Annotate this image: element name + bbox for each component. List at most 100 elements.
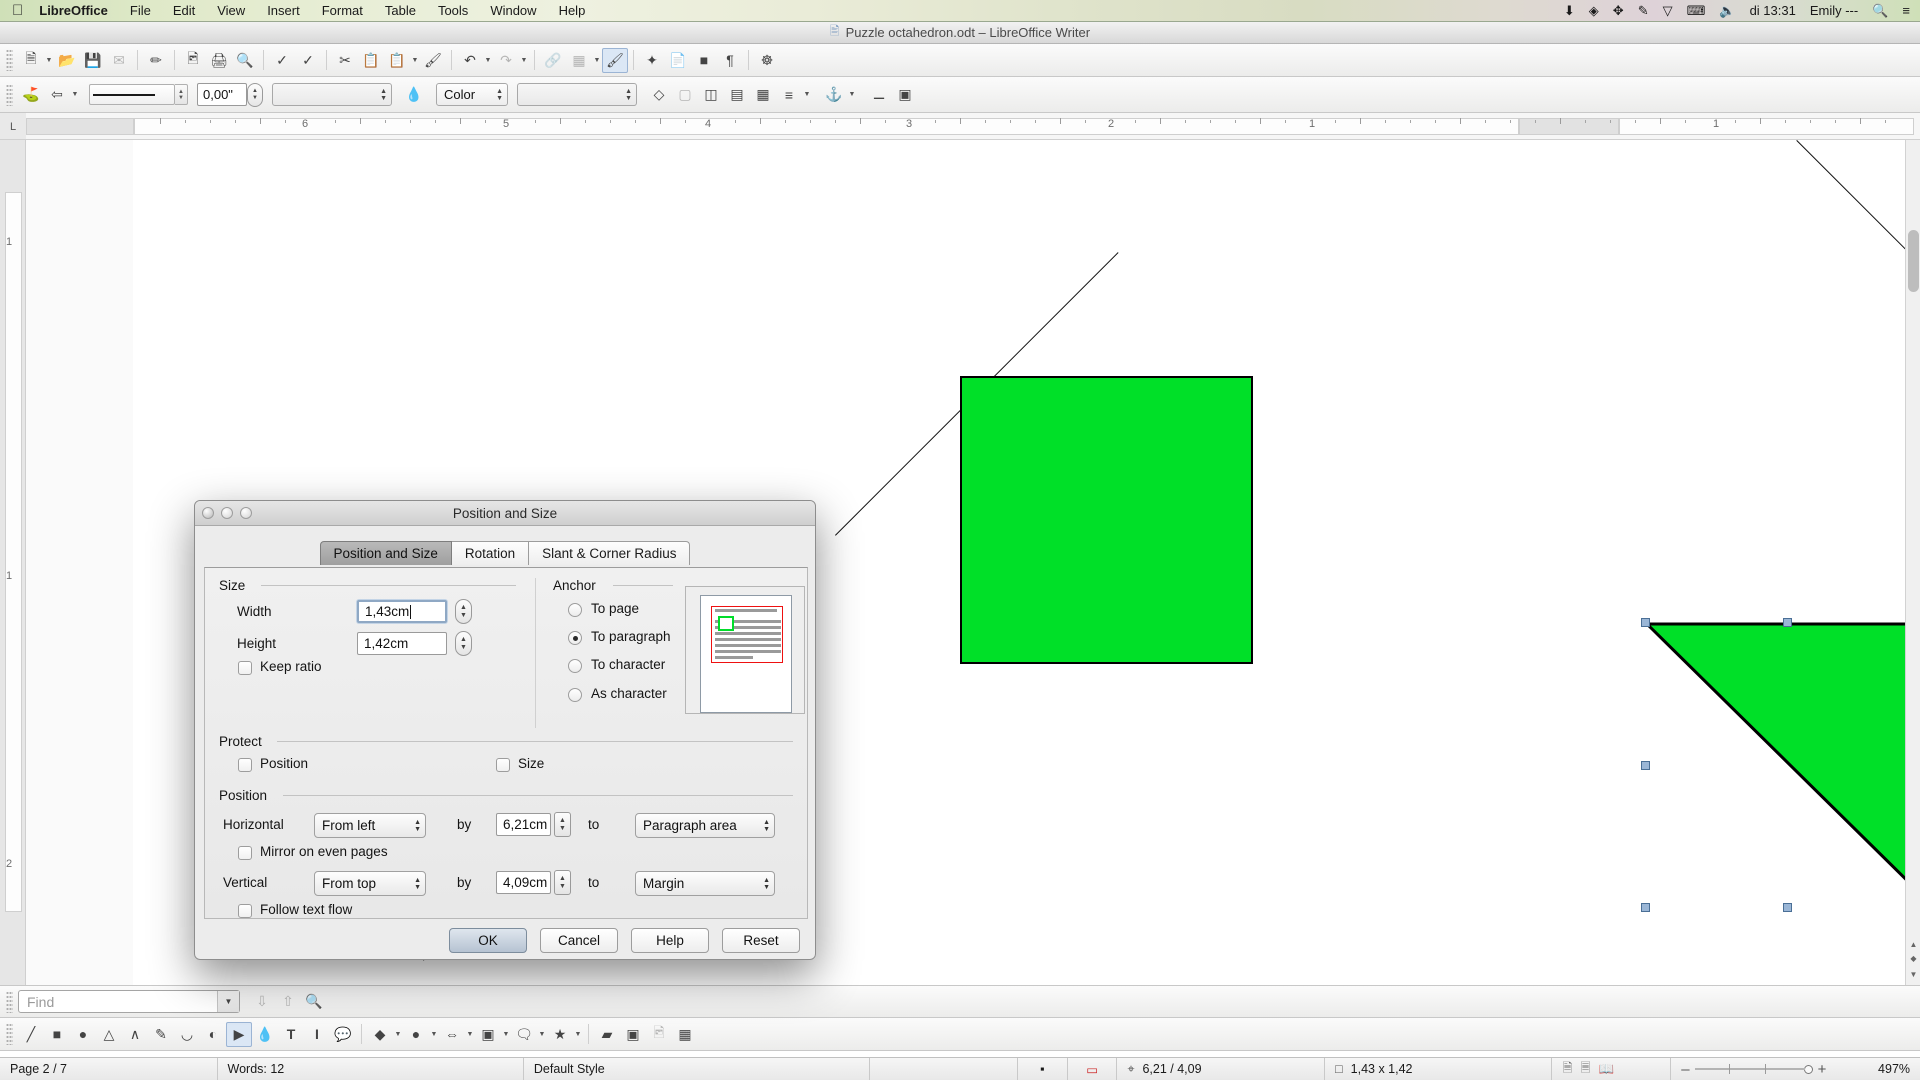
copy-icon[interactable]: 📋 bbox=[358, 48, 384, 73]
vertical-ruler[interactable]: 1 1 2 bbox=[0, 140, 26, 985]
menu-tools[interactable]: Tools bbox=[427, 0, 479, 22]
new-document-icon[interactable]: 🗎 bbox=[18, 48, 44, 73]
callouts-dropdown-icon[interactable]: ▼ bbox=[537, 1031, 547, 1038]
undo-icon[interactable]: ↶ bbox=[457, 48, 483, 73]
single-page-view-icon[interactable]: 🗎 bbox=[1562, 1059, 1572, 1080]
line-icon[interactable]: ╱ bbox=[18, 1022, 44, 1047]
export-pdf-icon[interactable]: 🖻 bbox=[180, 48, 206, 73]
smiley-shapes-dropdown-icon[interactable]: ▼ bbox=[429, 1031, 439, 1038]
smiley-shapes-icon[interactable]: ● bbox=[403, 1022, 429, 1047]
freeform-line-icon[interactable]: ✎ bbox=[148, 1022, 174, 1047]
anchor-to-page-radio[interactable] bbox=[568, 603, 582, 617]
menu-table[interactable]: Table bbox=[374, 0, 427, 22]
spelling-icon[interactable]: ✓ bbox=[269, 48, 295, 73]
dropbox-icon[interactable]: ◈ bbox=[1589, 4, 1599, 17]
diagonal-line-2[interactable] bbox=[1796, 140, 1920, 308]
group-icon[interactable]: ▣ bbox=[892, 82, 918, 107]
protect-size-label[interactable]: Size bbox=[518, 756, 544, 771]
pie-icon[interactable]: ◐ bbox=[200, 1022, 226, 1047]
arrow-style-icon[interactable]: ⇦ bbox=[44, 82, 70, 107]
help-button[interactable]: Help bbox=[631, 928, 709, 953]
stars-icon[interactable]: ★ bbox=[547, 1022, 573, 1047]
email-icon[interactable]: ✉ bbox=[106, 48, 132, 73]
mirror-on-even-pages-label[interactable]: Mirror on even pages bbox=[260, 844, 388, 859]
green-triangle-shape[interactable] bbox=[1645, 622, 1920, 906]
menu-libreoffice[interactable]: LibreOffice bbox=[37, 0, 119, 22]
tab-slant-corner-radius[interactable]: Slant & Corner Radius bbox=[529, 541, 691, 565]
rectangle-icon[interactable]: ■ bbox=[44, 1022, 70, 1047]
selection-handle-n[interactable] bbox=[1783, 618, 1792, 627]
multi-page-view-icon[interactable]: 🗏 bbox=[1581, 1059, 1591, 1080]
symbol-shapes-dropdown-icon[interactable]: ▼ bbox=[393, 1031, 403, 1038]
position-and-size-dialog[interactable]: Position and Size Position and Size Rota… bbox=[194, 500, 816, 960]
curve-icon[interactable]: ∧ bbox=[122, 1022, 148, 1047]
line-width-input[interactable]: 0,00" bbox=[197, 83, 247, 106]
cancel-button[interactable]: Cancel bbox=[540, 928, 618, 953]
anchor-to-character-radio[interactable] bbox=[568, 659, 582, 673]
stars-dropdown-icon[interactable]: ▼ bbox=[573, 1031, 583, 1038]
line-style-selector[interactable] bbox=[89, 84, 175, 105]
flowchart-icon[interactable]: ▣ bbox=[475, 1022, 501, 1047]
find-next-icon[interactable]: ⇩ bbox=[249, 989, 275, 1014]
vertical-text-icon[interactable]: I bbox=[304, 1022, 330, 1047]
green-square-shape[interactable] bbox=[960, 376, 1253, 664]
anchor-as-character-label[interactable]: As character bbox=[591, 686, 667, 701]
selection-handle-s[interactable] bbox=[1783, 903, 1792, 912]
anchor-icon[interactable]: ⚓ bbox=[821, 82, 847, 107]
menu-view[interactable]: View bbox=[206, 0, 256, 22]
area-style-selector[interactable]: Color ▲ ▼ bbox=[436, 83, 508, 106]
menu-insert[interactable]: Insert bbox=[256, 0, 311, 22]
status-zoom-level[interactable]: 497% bbox=[1864, 1058, 1920, 1080]
table-dropdown-icon[interactable]: ▼ bbox=[592, 57, 602, 64]
undo-dropdown-icon[interactable]: ▼ bbox=[483, 57, 493, 64]
callouts-icon[interactable]: 🗨 bbox=[511, 1022, 537, 1047]
fill-bucket-icon[interactable]: 💧 bbox=[401, 82, 427, 107]
redo-dropdown-icon[interactable]: ▼ bbox=[519, 57, 529, 64]
status-words[interactable]: Words: 12 bbox=[218, 1057, 524, 1080]
ok-button[interactable]: OK bbox=[449, 928, 527, 953]
anchor-to-paragraph-label[interactable]: To paragraph bbox=[591, 629, 671, 644]
arrow-style-dropdown-icon[interactable]: ▼ bbox=[70, 91, 80, 98]
fontwork-icon[interactable]: ▣ bbox=[620, 1022, 646, 1047]
menubar-user[interactable]: Emily --- bbox=[1810, 3, 1858, 18]
horizontal-by-spinner[interactable]: ▲ ▼ bbox=[554, 812, 571, 837]
flowchart-dropdown-icon[interactable]: ▼ bbox=[501, 1031, 511, 1038]
toolbar-grip[interactable] bbox=[6, 1023, 13, 1045]
vertical-by-input[interactable]: 4,09cm bbox=[496, 871, 551, 894]
arc-icon[interactable]: ◡ bbox=[174, 1022, 200, 1047]
vertical-mode-select[interactable]: From top ▲ ▼ bbox=[314, 871, 426, 896]
height-input[interactable]: 1,42cm bbox=[357, 632, 447, 655]
anchor-as-character-radio[interactable] bbox=[568, 688, 582, 702]
search-icon[interactable]: 🔍 bbox=[1872, 4, 1888, 17]
selection-handle-sw[interactable] bbox=[1641, 903, 1650, 912]
draw-functions-icon[interactable]: 🖌 bbox=[602, 47, 628, 73]
autospellcheck-icon[interactable]: ✓ bbox=[295, 48, 321, 73]
menu-format[interactable]: Format bbox=[311, 0, 374, 22]
menu-edit[interactable]: Edit bbox=[162, 0, 206, 22]
wrap-through-icon[interactable]: ▦ bbox=[750, 82, 776, 107]
print-icon[interactable]: 🖨 bbox=[206, 48, 232, 73]
align-icon[interactable]: ≡ bbox=[776, 82, 802, 107]
scroll-page-up-button[interactable]: ◆ bbox=[1906, 951, 1920, 965]
find-previous-icon[interactable]: ⇧ bbox=[275, 989, 301, 1014]
dialog-title-bar[interactable]: Position and Size bbox=[195, 501, 815, 526]
find-replace-icon[interactable]: 🔍 bbox=[301, 989, 327, 1014]
navigator-icon[interactable]: 📄 bbox=[665, 48, 691, 73]
save-icon[interactable]: 💾 bbox=[80, 48, 106, 73]
protect-position-label[interactable]: Position bbox=[260, 756, 308, 771]
paste-icon[interactable]: 📋 bbox=[384, 48, 410, 73]
width-input[interactable]: 1,43cm bbox=[357, 600, 447, 623]
vertical-to-select[interactable]: Margin ▲ ▼ bbox=[635, 871, 775, 896]
status-object-position[interactable]: ⌖ 6,21 / 4,09 bbox=[1117, 1057, 1326, 1080]
text-box-icon[interactable]: T bbox=[278, 1022, 304, 1047]
protect-size-checkbox[interactable] bbox=[496, 758, 510, 772]
horizontal-to-select[interactable]: Paragraph area ▲ ▼ bbox=[635, 813, 775, 838]
new-document-dropdown-icon[interactable]: ▼ bbox=[44, 57, 54, 64]
anchor-to-page-label[interactable]: To page bbox=[591, 601, 639, 616]
anchor-dropdown-icon[interactable]: ▼ bbox=[847, 91, 857, 98]
anchor-to-character-label[interactable]: To character bbox=[591, 657, 665, 672]
book-view-icon[interactable]: 📖 bbox=[1599, 1062, 1615, 1077]
line-color-selector[interactable]: ▲ ▼ bbox=[272, 83, 392, 106]
paste-dropdown-icon[interactable]: ▼ bbox=[410, 57, 420, 64]
tab-rotation[interactable]: Rotation bbox=[451, 541, 530, 565]
